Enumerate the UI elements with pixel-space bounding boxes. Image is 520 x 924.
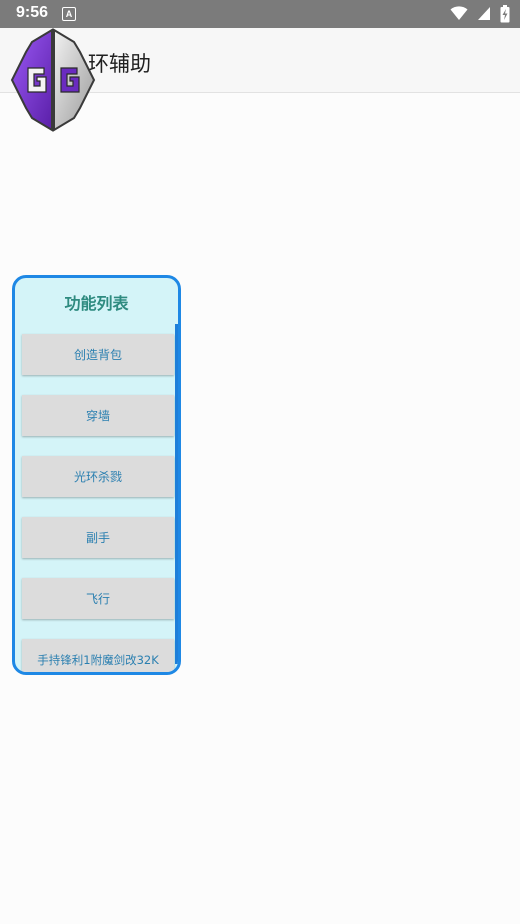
fly-button[interactable]: 飞行 [22, 578, 174, 619]
create-backpack-button[interactable]: 创造背包 [22, 334, 174, 375]
panel-scrollbar[interactable] [175, 324, 178, 664]
offhand-button[interactable]: 副手 [22, 517, 174, 558]
status-bar: 9:56 A [0, 0, 520, 28]
aura-kill-button[interactable]: 光环杀戮 [22, 456, 174, 497]
notification-a-icon: A [62, 7, 76, 21]
function-list: 创造背包 穿墙 光环杀戮 副手 飞行 手持锋利1附魔剑改32K [22, 334, 174, 672]
wifi-icon [450, 6, 468, 20]
gg-logo-icon[interactable] [6, 28, 100, 132]
status-icons [446, 5, 510, 23]
signal-icon [477, 7, 490, 20]
wall-pass-button[interactable]: 穿墙 [22, 395, 174, 436]
sharp-sword-32k-button[interactable]: 手持锋利1附魔剑改32K [22, 639, 174, 672]
battery-icon [500, 5, 510, 23]
function-panel: 功能列表 创造背包 穿墙 光环杀戮 副手 飞行 手持锋利1附魔剑改32K [12, 275, 181, 675]
panel-title: 功能列表 [64, 294, 129, 313]
status-time: 9:56 [16, 4, 49, 21]
